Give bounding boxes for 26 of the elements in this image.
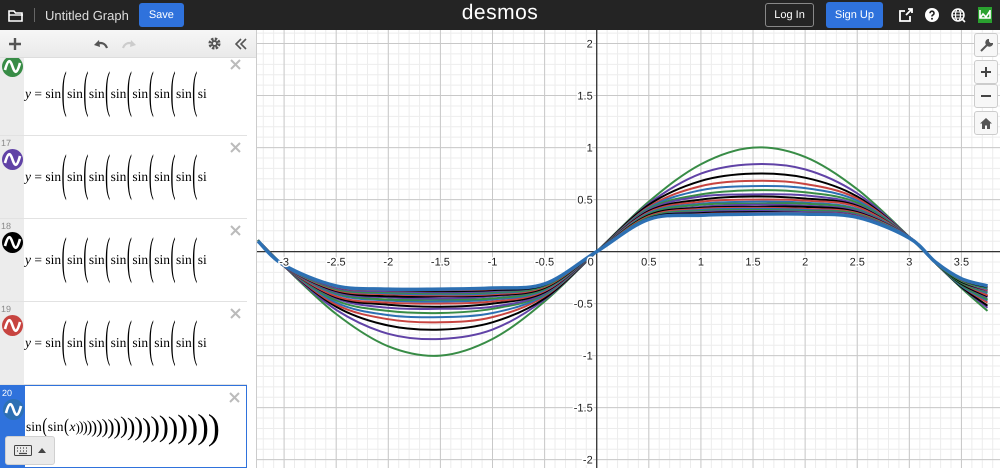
tick-label: -1.5 — [430, 256, 450, 269]
tick-label: 2 — [802, 256, 808, 269]
tick-label: -2 — [383, 256, 394, 269]
logo: desmos — [462, 1, 538, 25]
tick-label: -1 — [582, 350, 593, 363]
tick-label: 2.5 — [850, 256, 865, 269]
tick-label: -2 — [582, 454, 593, 467]
tick-label: -1.5 — [574, 402, 593, 415]
row-number: 20 — [2, 388, 12, 398]
tick-label: 0.5 — [577, 194, 593, 207]
tick-label: 3 — [906, 256, 912, 269]
tick-label: 1.5 — [745, 256, 761, 269]
tick-label: -0.5 — [535, 256, 554, 269]
row-number: 19 — [1, 304, 12, 314]
tick-label: 0.5 — [641, 256, 656, 269]
tick-label: -2.5 — [326, 256, 346, 269]
tick-label: 2 — [586, 38, 593, 51]
tick-label: -0.5 — [574, 298, 593, 311]
origin-label: 0 — [588, 256, 594, 269]
tick-label: 3.5 — [954, 256, 970, 269]
row-number: 18 — [1, 221, 12, 231]
tick-label: 1 — [586, 142, 593, 155]
tick-label: 1 — [698, 256, 704, 269]
row-number: 17 — [1, 138, 12, 148]
tick-label: 1.5 — [577, 90, 593, 103]
tick-label: -1 — [488, 256, 498, 269]
